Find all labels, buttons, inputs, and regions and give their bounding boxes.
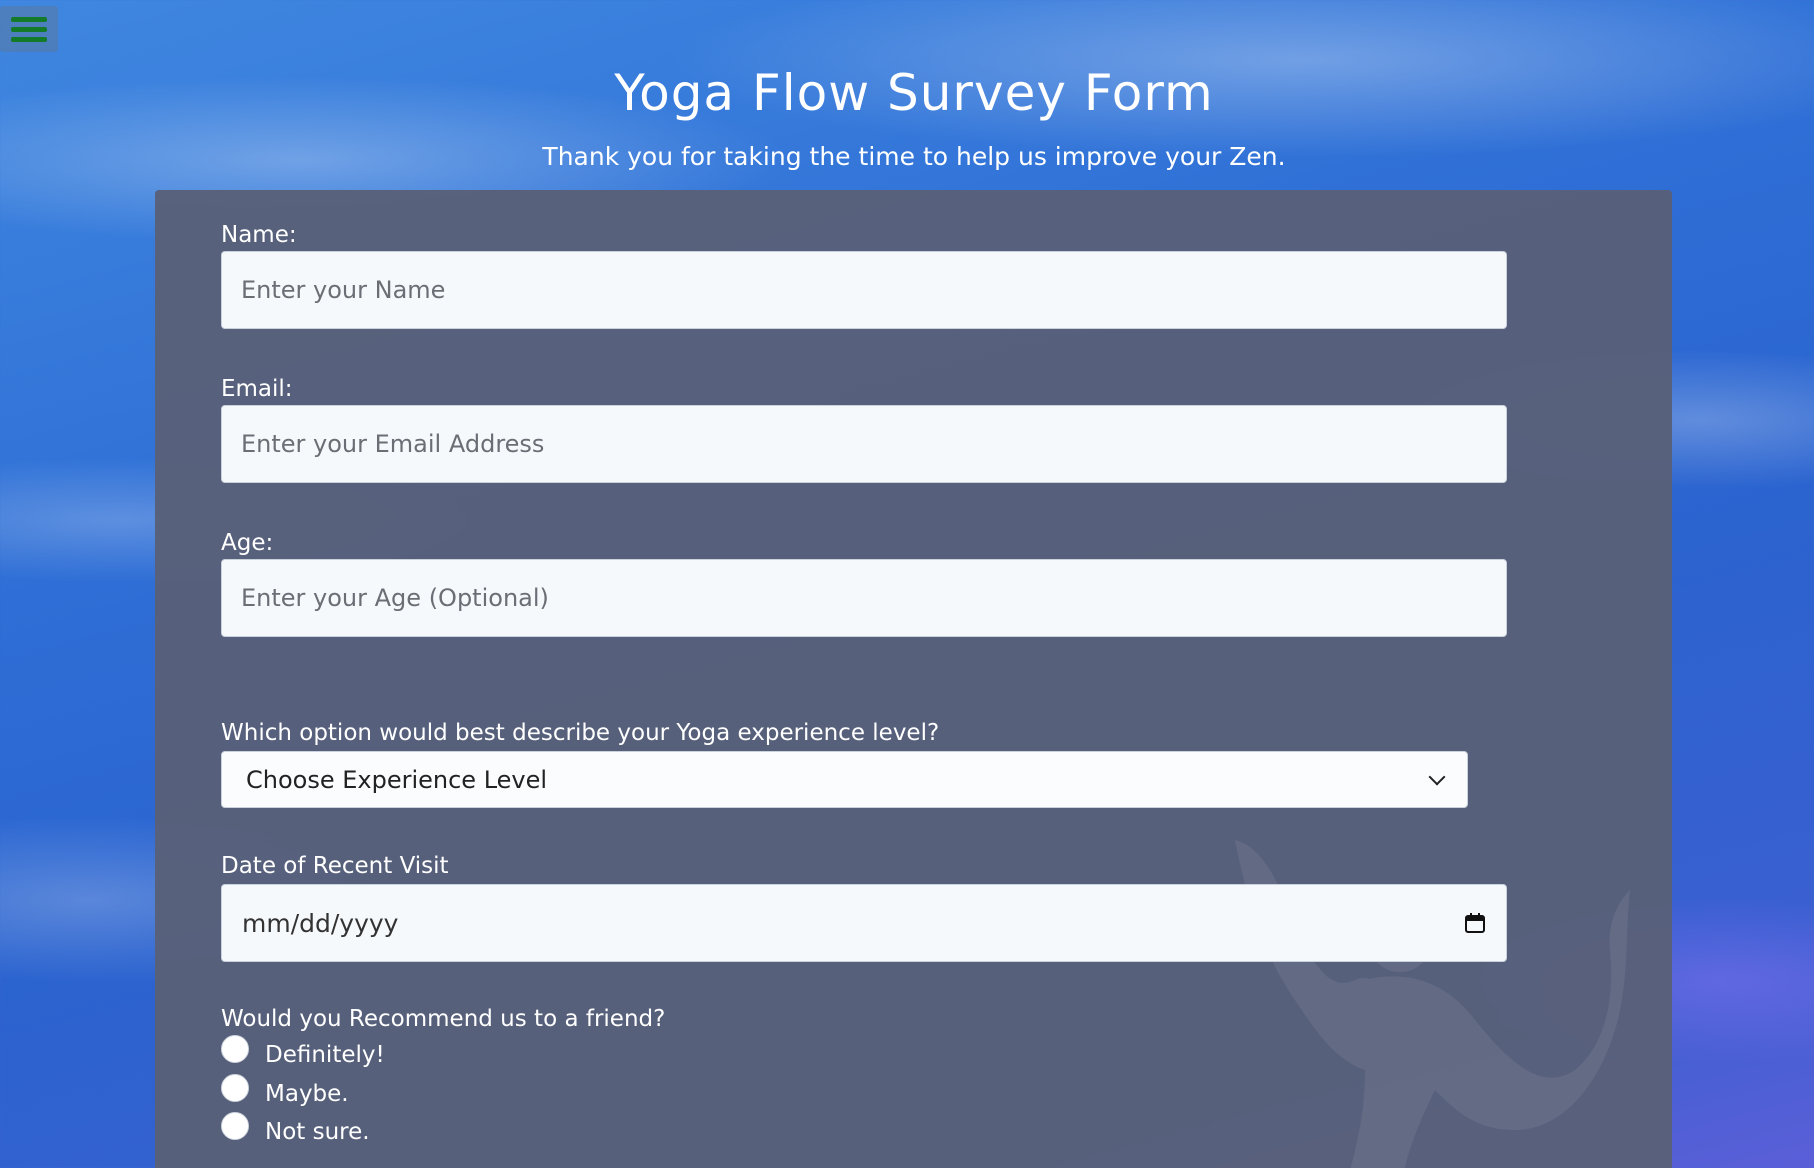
name-label: Name: <box>221 222 297 248</box>
experience-selected-value: Choose Experience Level <box>246 765 548 794</box>
recommend-label: Would you Recommend us to a friend? <box>221 1006 666 1032</box>
hamburger-menu-icon[interactable] <box>0 6 58 52</box>
experience-label: Which option would best describe your Yo… <box>221 720 940 746</box>
menu-bar <box>11 26 47 32</box>
page-title: Yoga Flow Survey Form <box>614 64 1214 122</box>
email-label: Email: <box>221 376 293 402</box>
age-label: Age: <box>221 530 274 556</box>
radio-option-definitely[interactable]: Definitely! <box>221 1035 385 1068</box>
age-input[interactable] <box>221 559 1507 637</box>
radio-label: Not sure. <box>265 1119 370 1145</box>
yoga-silhouette-image <box>1235 840 1630 1168</box>
survey-form: Name: Email: Age: Which option would bes… <box>155 190 1672 1168</box>
page-subtitle: Thank you for taking the time to help us… <box>542 142 1286 171</box>
menu-bar <box>11 16 47 22</box>
radio-label: Definitely! <box>265 1042 385 1068</box>
name-input[interactable] <box>221 251 1507 329</box>
menu-bar <box>11 36 47 42</box>
radio-label: Maybe. <box>265 1081 349 1107</box>
radio-option-maybe[interactable]: Maybe. <box>221 1074 349 1107</box>
radio-button[interactable] <box>221 1112 249 1140</box>
visit-date-input[interactable]: mm/dd/yyyy <box>221 884 1507 962</box>
radio-button[interactable] <box>221 1035 249 1063</box>
experience-select[interactable]: Choose Experience Level <box>221 751 1468 808</box>
visit-date-label: Date of Recent Visit <box>221 853 449 879</box>
chevron-down-icon <box>1428 768 1446 785</box>
radio-button[interactable] <box>221 1074 249 1102</box>
email-input[interactable] <box>221 405 1507 483</box>
calendar-icon[interactable] <box>1464 912 1486 934</box>
visit-date-value: mm/dd/yyyy <box>242 908 399 938</box>
radio-option-not-sure[interactable]: Not sure. <box>221 1112 370 1145</box>
